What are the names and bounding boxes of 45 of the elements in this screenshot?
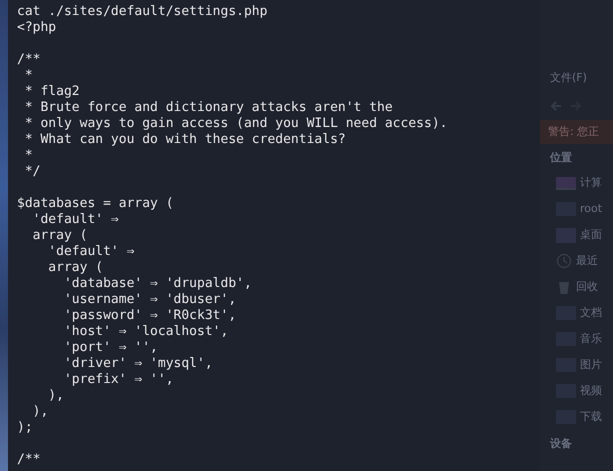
computer-icon — [556, 176, 576, 190]
terminal-line: ); — [17, 420, 34, 436]
terminal-line: 'driver' ⇒ 'mysql', — [62, 356, 214, 372]
desktop-icon — [556, 228, 576, 242]
terminal-line: 'password' ⇒ 'R0ck3t', — [62, 308, 238, 324]
section-heading: 位置 — [550, 150, 573, 166]
terminal-line: /** — [17, 452, 42, 468]
sidebar-item[interactable]: 音乐 — [550, 326, 613, 352]
terminal-line: array ( — [47, 260, 104, 276]
terminal-line: * only ways to gain access (and you WILL need access). — [24, 116, 448, 132]
terminal-line: * What can you do with these credentials? — [24, 132, 347, 148]
terminal-line: 'port' ⇒ '', — [62, 340, 159, 356]
terminal-line: 'database' ⇒ 'drupaldb', — [62, 276, 253, 292]
trash-icon — [556, 279, 572, 295]
sidebar-item[interactable]: 视频 — [550, 378, 613, 404]
terminal-line: * — [24, 148, 34, 164]
terminal-line: 'default' ⇒ — [47, 244, 136, 260]
sidebar-item[interactable]: 文档 — [550, 300, 613, 326]
terminal-line: ), — [32, 404, 50, 420]
sidebar-item[interactable]: 下载 — [550, 404, 613, 430]
terminal-line: 'default' ⇒ — [32, 212, 120, 228]
sidebar-item[interactable]: 回收 — [550, 274, 613, 300]
terminal-line: * — [24, 68, 34, 84]
sidebar-item[interactable]: 桌面 — [550, 222, 613, 248]
terminal-line: 'prefix' ⇒ '', — [62, 372, 175, 388]
sidebar-item[interactable]: 计算 — [550, 170, 613, 196]
terminal-line: * flag2 — [24, 84, 81, 100]
terminal-line: ), — [47, 388, 65, 404]
terminal-line: */ — [24, 164, 42, 180]
warning-bar: 警告: 您正 — [540, 120, 613, 144]
menu-item[interactable]: 文件(F) — [550, 70, 613, 92]
section-heading: 设备 — [550, 436, 573, 452]
terminal-line: $databases = array ( — [17, 196, 175, 212]
terminal-line: 'host' ⇒ 'localhost', — [62, 324, 230, 340]
terminal-line: 'username' ⇒ 'dbuser', — [62, 292, 238, 308]
terminal-line: * Brute force and dictionary attacks aren't the — [24, 100, 394, 116]
back-arrow-icon[interactable] — [550, 100, 562, 112]
sidebar-item[interactable]: 最近 — [550, 248, 613, 274]
sidebar-item[interactable]: root — [550, 196, 613, 222]
sidebar-item[interactable]: 图片 — [550, 352, 613, 378]
terminal-line: cat ./sites/default/settings.php — [17, 4, 268, 20]
terminal-line: <?php — [17, 20, 58, 36]
terminal-line: array ( — [32, 228, 88, 244]
clock-icon — [556, 253, 572, 269]
terminal-line: /** — [17, 52, 42, 68]
